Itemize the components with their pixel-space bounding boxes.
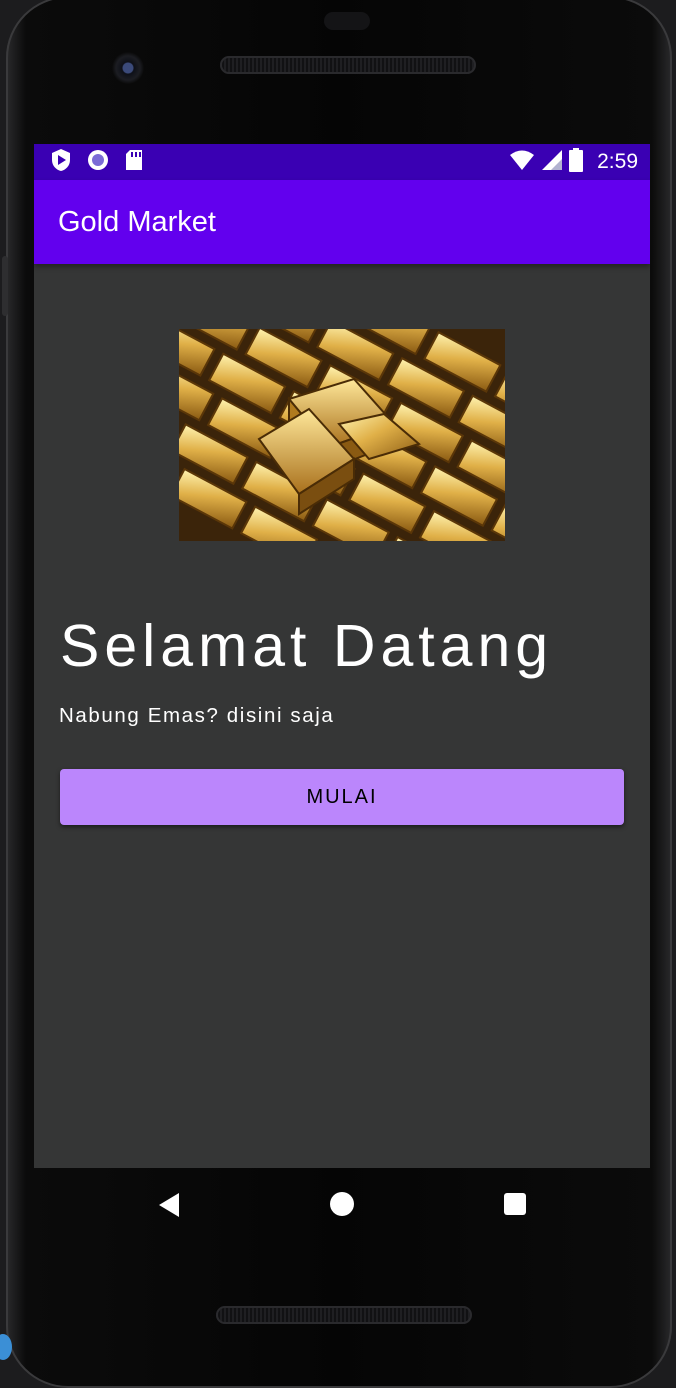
volume-button: [2, 256, 8, 316]
recents-icon[interactable]: [504, 1193, 526, 1215]
earpiece-speaker: [220, 56, 476, 74]
battery-icon: [569, 148, 584, 176]
app-bar: Gold Market: [34, 180, 650, 264]
app-title: Gold Market: [58, 205, 216, 238]
bottom-speaker: [216, 1306, 472, 1324]
play-protect-icon: [50, 148, 72, 176]
welcome-subtitle: Nabung Emas? disini saja: [59, 704, 335, 727]
circle-notification-icon: [86, 148, 110, 176]
back-icon[interactable]: [157, 1192, 181, 1222]
status-bar: 2:59: [34, 144, 650, 180]
sensor: [324, 12, 370, 30]
welcome-heading: Selamat Datang: [60, 613, 554, 679]
cell-signal-icon: [541, 149, 563, 175]
home-icon[interactable]: [330, 1192, 354, 1216]
wifi-icon: [509, 149, 535, 175]
front-camera: [112, 52, 144, 84]
gold-bars-image: [179, 329, 505, 541]
sd-card-icon: [124, 148, 144, 176]
status-time: 2:59: [597, 150, 638, 173]
screen: 2:59 Gold Market Selamat Datang Nabung E…: [34, 144, 650, 1168]
navigation-bar: [34, 1168, 650, 1238]
start-button[interactable]: MULAI: [60, 769, 624, 825]
